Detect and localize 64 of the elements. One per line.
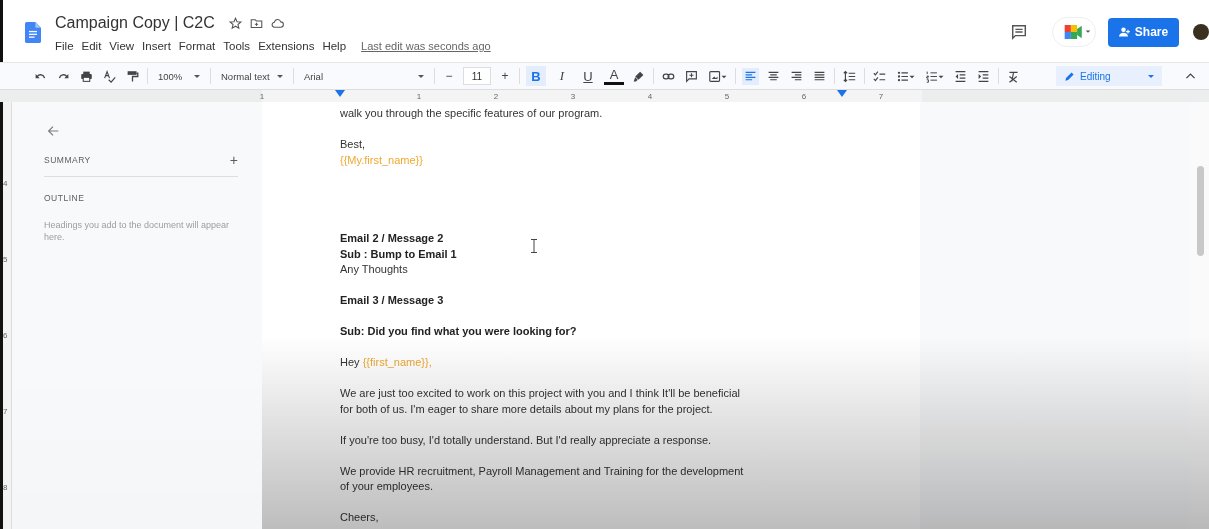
format-button[interactable]: U [578, 66, 598, 86]
format-button[interactable]: B [526, 66, 546, 86]
folder-icon[interactable] [249, 16, 263, 30]
last-edit-link[interactable]: Last edit was seconds ago [361, 40, 491, 52]
ruler-number: 5 [724, 91, 730, 101]
ruler-number: 7 [3, 406, 9, 418]
ruler-number: 3 [570, 91, 576, 101]
ruler-number: 1 [416, 91, 422, 101]
menu-item[interactable]: Extensions [258, 40, 315, 52]
outline-hint: Headings you add to the document will appear here. [44, 219, 231, 243]
scrollbar-thumb[interactable] [1196, 166, 1204, 256]
document-text: {{My.first_name}} [340, 152, 423, 168]
add-summary-button[interactable]: + [229, 152, 238, 168]
format-button[interactable]: I [552, 66, 572, 86]
zoom-dropdown[interactable]: 100% [154, 70, 204, 82]
document-text: Any Thoughts [340, 262, 408, 277]
menu-item[interactable]: Insert [142, 40, 171, 52]
document-text: Best, [340, 137, 366, 152]
format-button[interactable]: A [604, 67, 624, 85]
ruler-number: 6 [801, 91, 807, 101]
ruler-number: 5 [3, 254, 9, 266]
menu-item[interactable]: Tools [223, 40, 251, 52]
ruler-number: 4 [3, 178, 9, 190]
increase-size-button[interactable]: + [497, 69, 513, 83]
document-text: If you're too busy, I'd totally understand. But I'd really appreciate a response. [340, 432, 712, 448]
menu-item[interactable]: Format [178, 40, 216, 52]
ruler-number: 8 [3, 482, 9, 494]
menu-item[interactable]: Edit [81, 40, 102, 52]
star-icon[interactable] [228, 16, 242, 30]
editing-mode-dropdown[interactable]: Editing [1056, 66, 1162, 86]
document-text: We provide HR recruitment, Payroll Management and Training for the development of your employees. [340, 463, 745, 494]
summary-heading: SUMMARY [44, 155, 91, 165]
document-text: Sub: Did you find what you were looking for? [340, 324, 577, 339]
person-add-icon [1118, 26, 1131, 38]
outline-heading: OUTLINE [44, 193, 86, 203]
back-arrow-icon[interactable] [46, 124, 60, 138]
text-cursor-icon [531, 239, 537, 253]
document-text: Email 3 / Message 3 [340, 293, 444, 308]
menu-item[interactable]: View [109, 40, 135, 52]
pencil-icon [1064, 70, 1075, 82]
menu-item[interactable]: Help [322, 40, 347, 52]
menu-item[interactable]: File [55, 40, 74, 52]
font-dropdown[interactable]: Arial [300, 70, 428, 82]
document-text: Email 2 / Message 2 [340, 231, 444, 246]
comment-icon[interactable] [1010, 23, 1028, 41]
cloud-icon[interactable] [270, 16, 284, 30]
document-text: walk you through the specific features of our program. [340, 106, 603, 121]
docs-logo-icon[interactable] [25, 22, 41, 43]
document-text: Sub : Bump to Email 1 [340, 246, 457, 262]
ruler-number: 2 [493, 91, 499, 101]
style-dropdown[interactable]: Normal text [217, 70, 287, 82]
document-text: Hey {{first_name}}, [340, 355, 432, 370]
ruler-number: 6 [3, 330, 9, 342]
font-size-field[interactable]: 11 [463, 67, 491, 85]
ruler-number: 4 [647, 91, 653, 101]
document-text: We are just too excited to work on this project with you and I think It'll be beneficial for both of us. I'm eager to share more details about my plans for the project. [340, 386, 741, 417]
decrease-size-button[interactable]: − [441, 69, 457, 83]
align-icon[interactable] [742, 67, 759, 85]
share-button[interactable]: Share [1108, 17, 1179, 47]
document-text: Cheers, [340, 510, 379, 525]
document-title[interactable]: Campaign Copy | C2C [55, 14, 215, 32]
ruler-number: 7 [878, 91, 884, 101]
ruler-number: 1 [259, 91, 265, 101]
meet-button[interactable] [1052, 17, 1096, 47]
